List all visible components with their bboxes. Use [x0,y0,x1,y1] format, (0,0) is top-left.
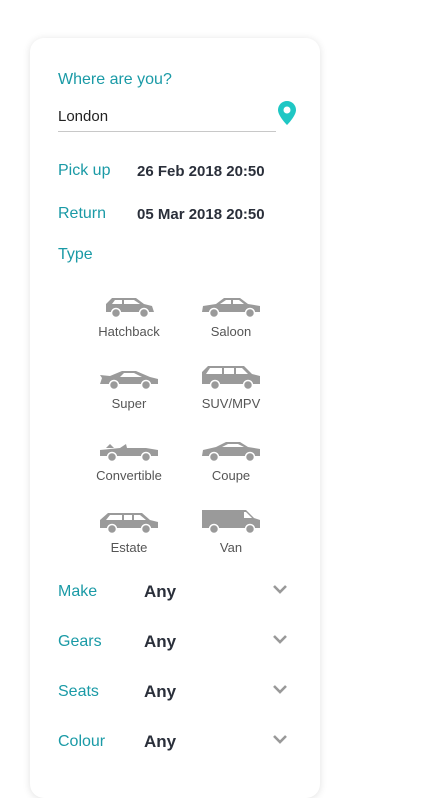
type-option-label: Super [111,396,147,411]
make-value: Any [144,582,177,601]
type-option-label: Van [219,540,243,555]
pickup-datetime[interactable]: 26 Feb 2018 20:50 [137,163,265,180]
type-option-convertible[interactable]: Convertible [78,432,180,504]
coupe-icon [202,442,260,463]
type-option-van[interactable]: Van [180,504,282,576]
make-select[interactable]: Make Any [58,579,294,609]
estate-icon [100,513,158,535]
return-datetime[interactable]: 05 Mar 2018 20:50 [137,206,265,223]
seats-select[interactable]: Seats Any [58,679,294,709]
location-input[interactable] [58,104,268,128]
type-option-hatchback[interactable]: Hatchback [78,288,180,360]
saloon-icon [202,298,260,319]
chevron-down-icon[interactable] [272,583,288,595]
return-label: Return [58,205,107,222]
location-field[interactable] [58,104,276,132]
type-option-label: Hatchback [98,324,160,339]
type-option-coupe[interactable]: Coupe [180,432,282,504]
search-panel: Where are you? Pick up 26 Feb 2018 20:50… [30,38,320,798]
type-option-estate[interactable]: Estate [78,504,180,576]
chevron-down-icon[interactable] [272,683,288,695]
type-option-label: Convertible [96,468,162,483]
chevron-down-icon[interactable] [272,633,288,645]
location-pin-icon[interactable] [278,101,296,125]
chevron-down-icon[interactable] [272,733,288,745]
type-option-super[interactable]: Super [78,360,180,432]
location-label: Where are you? [58,71,172,88]
colour-label: Colour [58,733,106,750]
colour-select[interactable]: Colour Any [58,729,294,759]
suv-icon [202,366,260,391]
gears-label: Gears [58,633,102,650]
gears-value: Any [144,632,177,651]
gears-select[interactable]: Gears Any [58,629,294,659]
type-option-label: SUV/MPV [201,396,261,411]
colour-value: Any [144,732,177,751]
make-label: Make [58,583,98,600]
pickup-label: Pick up [58,162,111,179]
type-option-label: Coupe [211,468,251,483]
supercar-icon [100,371,158,391]
type-option-label: Estate [110,540,148,555]
car-type-grid: Hatchback Saloon Super SUV/MPV Convertib… [78,288,282,576]
type-label: Type [58,246,93,263]
hatchback-icon [106,298,154,319]
type-option-label: Saloon [210,324,252,339]
van-icon [202,510,260,535]
seats-value: Any [144,682,177,701]
seats-label: Seats [58,683,99,700]
type-option-saloon[interactable]: Saloon [180,288,282,360]
convertible-icon [100,444,158,463]
type-option-suv[interactable]: SUV/MPV [180,360,282,432]
